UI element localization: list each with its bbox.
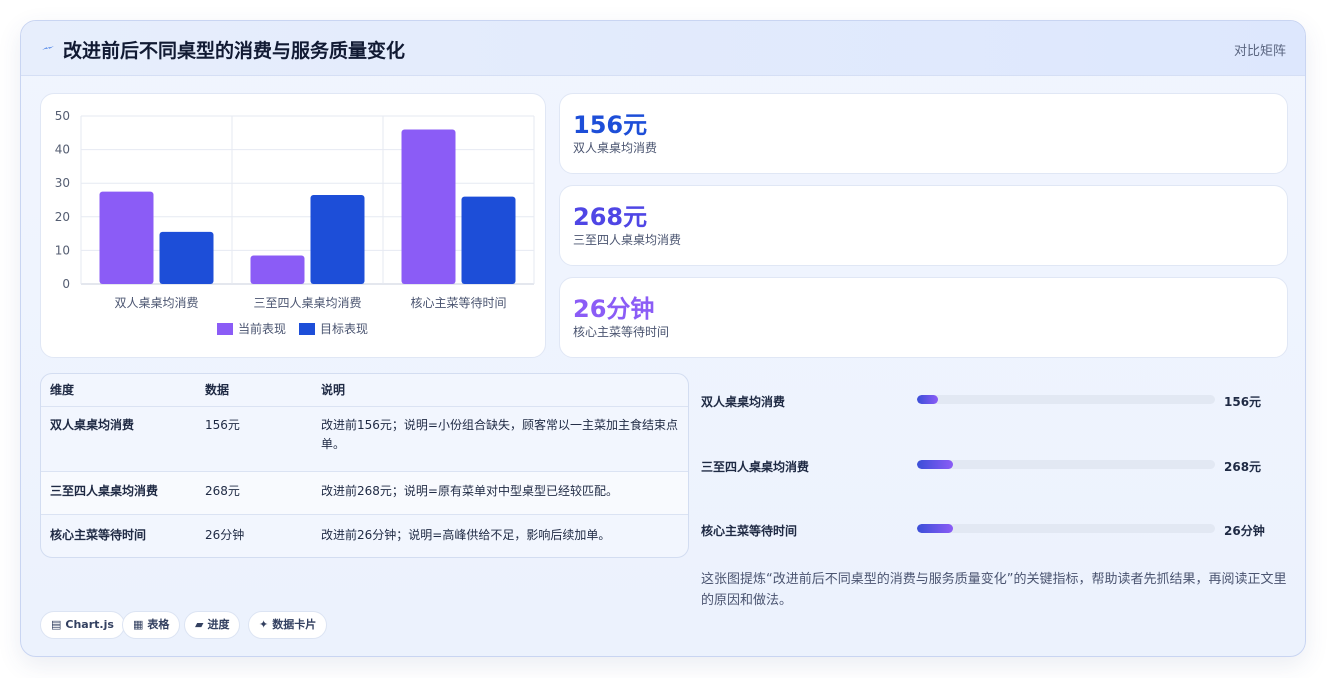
x-tick-label: 三至四人桌桌均消费 (253, 296, 361, 310)
dashboard-panel: 改进前后不同桌型的消费与服务质量变化 对比矩阵 0 10 20 30 40 50 双人桌桌均… (20, 20, 1306, 657)
legend-label: 当前表现 (238, 321, 286, 336)
progress-row-wait-time: 核心主菜等待时间 26分钟 (701, 520, 1281, 540)
chip-label: 数据卡片 (272, 618, 317, 631)
page-title: 改进前后不同桌型的消费与服务质量变化 (63, 40, 406, 62)
bar (250, 255, 305, 284)
table-icon: ▦ (133, 618, 144, 631)
chip-table[interactable]: ▦ 表格 (122, 611, 181, 639)
table-cell-note: 改进前156元；说明=小份组合缺失，顾客常以一主菜加主食结束点单。 (321, 418, 678, 451)
bar-chart-card: 0 10 20 30 40 50 双人桌桌均消费 三至四人桌桌均消费 核心主菜等待时间当前表现 目… (40, 93, 546, 358)
sparkle-icon (42, 46, 54, 50)
table-cell-note: 改进前268元；说明=原有菜单对中型桌型已经较匹配。 (321, 484, 618, 498)
progress-value: 156元 (1224, 395, 1262, 409)
progress-label: 双人桌桌均消费 (701, 395, 786, 409)
chip-label: Chart.js (65, 618, 114, 631)
y-tick-label: 40 (55, 143, 70, 157)
y-tick-label: 10 (55, 243, 70, 257)
view-mode-label[interactable]: 对比矩阵 (1234, 40, 1286, 59)
legend-label: 目标表现 (320, 322, 368, 336)
summary-note: 这张图提炼“改进前后不同桌型的消费与服务质量变化”的关键指标，帮助读者先抓结果，… (701, 572, 1287, 608)
chart-icon: ▤ (51, 618, 62, 631)
kpi-card-wait-time: 26分钟 核心主菜等待时间 (559, 277, 1288, 358)
progress-label: 核心主菜等待时间 (701, 524, 798, 538)
legend-swatch (299, 323, 315, 335)
table-cell-dimension: 三至四人桌桌均消费 (50, 484, 159, 498)
table-row: 双人桌桌均消费 156元 改进前156元；说明=小份组合缺失，顾客常以一主菜加主… (41, 407, 688, 472)
table-cell-data: 268元 (205, 484, 240, 498)
bar (461, 196, 516, 284)
table-cell-dimension: 核心主菜等待时间 (50, 528, 147, 542)
chip-label: 进度 (207, 618, 230, 631)
progress-track (917, 460, 1215, 469)
progress-row-medium-table: 三至四人桌桌均消费 268元 (701, 456, 1281, 476)
table-header-row: 维度 数据 说明 (41, 374, 688, 407)
progress-value: 268元 (1224, 460, 1262, 474)
kpi-value: 156元 (573, 111, 648, 139)
chip-progress[interactable]: ▰ 进度 (184, 611, 241, 639)
column-header-data: 数据 (205, 383, 230, 397)
kpi-value: 268元 (573, 203, 648, 231)
sparkle-icon: ✦ (259, 618, 269, 631)
table-row: 三至四人桌桌均消费 268元 改进前268元；说明=原有菜单对中型桌型已经较匹配… (41, 472, 688, 515)
progress-fill (917, 524, 953, 533)
column-header-dimension: 维度 (50, 383, 75, 397)
progress-fill (917, 460, 953, 469)
y-tick-label: 20 (55, 210, 70, 224)
column-header-note: 说明 (321, 383, 346, 397)
progress-fill (917, 395, 938, 404)
progress-track (917, 524, 1215, 533)
x-tick-label: 核心主菜等待时间 (410, 296, 506, 310)
kpi-label: 核心主菜等待时间 (573, 325, 670, 339)
y-tick-label: 50 (55, 109, 70, 123)
table-cell-dimension: 双人桌桌均消费 (50, 418, 135, 432)
progress-value: 26分钟 (1224, 524, 1265, 538)
y-tick-label: 30 (55, 176, 70, 190)
kpi-label: 三至四人桌桌均消费 (573, 233, 682, 247)
table-cell-data: 26分钟 (205, 528, 245, 542)
progress-row-double-table: 双人桌桌均消费 156元 (701, 391, 1281, 411)
bar (99, 191, 154, 284)
progress-label: 三至四人桌桌均消费 (701, 460, 810, 474)
kpi-value: 26分钟 (573, 295, 655, 323)
chip-label: 表格 (147, 618, 170, 631)
x-tick-label: 双人桌桌均消费 (114, 296, 198, 310)
kpi-card-medium-table: 268元 三至四人桌桌均消费 (559, 185, 1288, 266)
panel-header: 改进前后不同桌型的消费与服务质量变化 对比矩阵 (21, 21, 1305, 76)
data-table: 维度 数据 说明 双人桌桌均消费 156元 改进前156元；说明=小份组合缺失，… (40, 373, 689, 558)
kpi-label: 双人桌桌均消费 (573, 141, 658, 155)
table-row: 核心主菜等待时间 26分钟 改进前26分钟；说明=高峰供给不足，影响后续加单。 (41, 515, 688, 557)
table-cell-note: 改进前26分钟；说明=高峰供给不足，影响后续加单。 (321, 528, 611, 542)
progress-track (917, 395, 1215, 404)
table-cell-data: 156元 (205, 418, 240, 432)
bar (310, 194, 365, 284)
bar (401, 129, 456, 284)
bar (159, 231, 214, 284)
kpi-card-double-table: 156元 双人桌桌均消费 (559, 93, 1288, 174)
chip-chartjs[interactable]: ▤ Chart.js (40, 611, 125, 639)
y-tick-label: 0 (62, 277, 70, 291)
bar-chart: 0 10 20 30 40 50 双人桌桌均消费 三至四人桌桌均消费 核心主菜等待时间当前表现 目… (55, 109, 535, 336)
chip-data-cards[interactable]: ✦ 数据卡片 (248, 611, 328, 639)
legend-swatch (217, 323, 233, 335)
progress-icon: ▰ (195, 618, 204, 631)
